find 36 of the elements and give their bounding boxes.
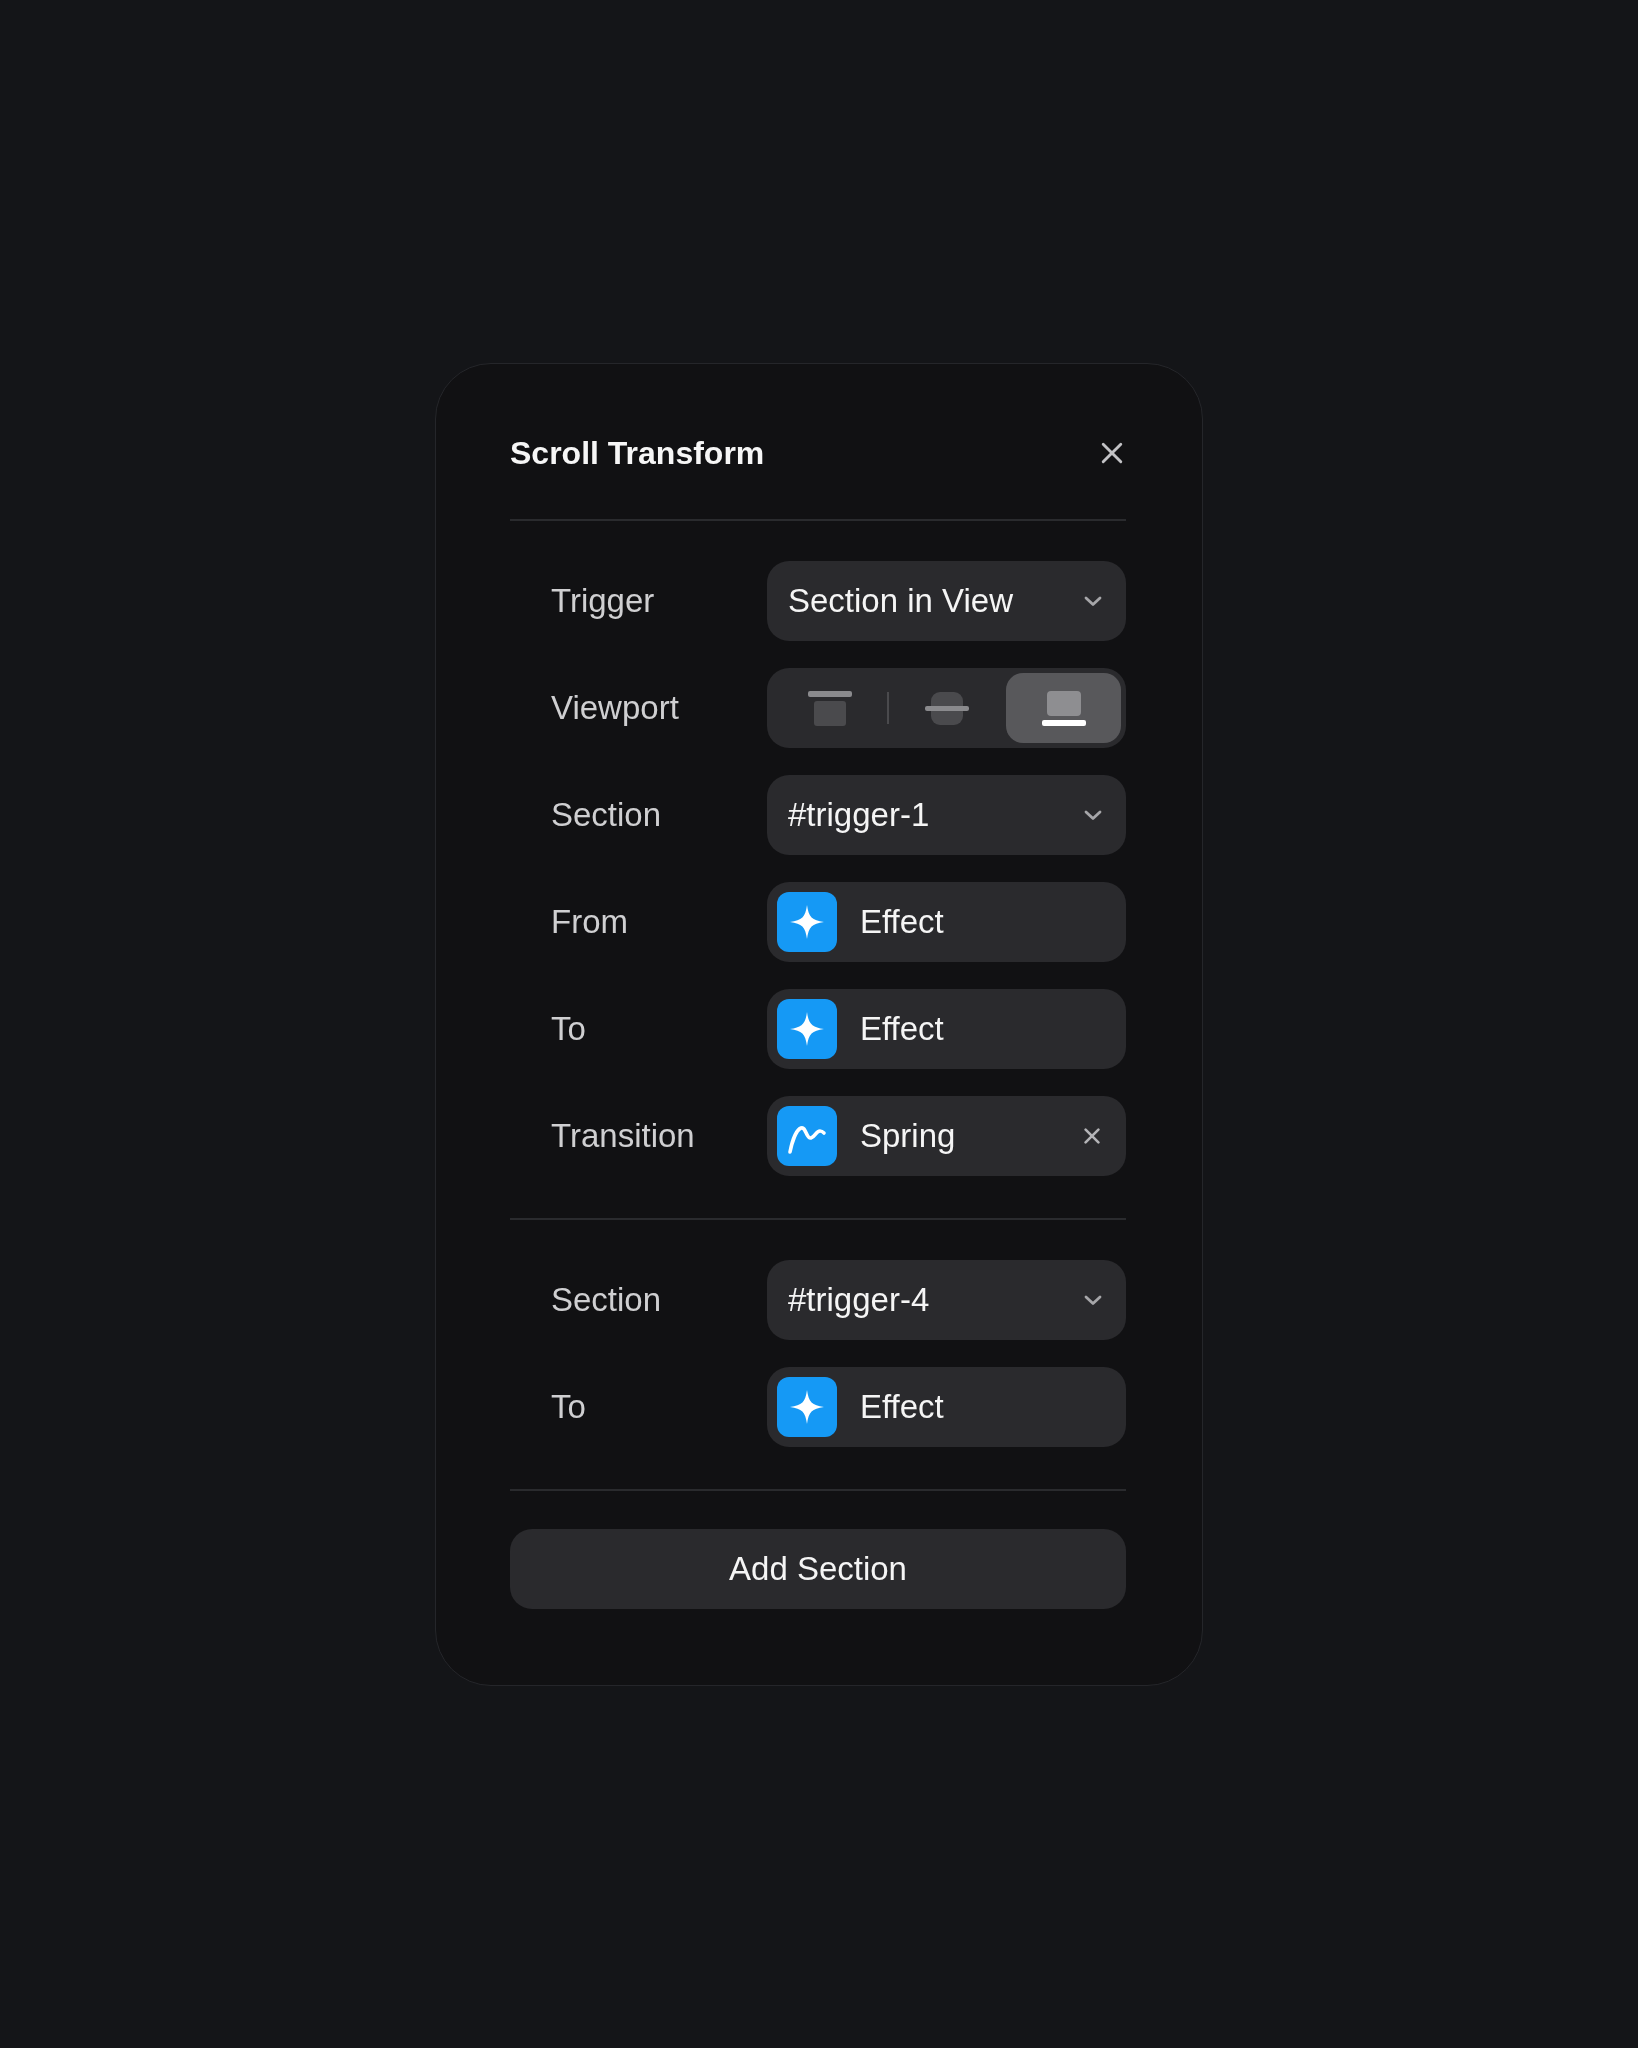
- dropdown[interactable]: #trigger-4: [767, 1260, 1126, 1340]
- field-label: Transition: [551, 1116, 696, 1156]
- field-label: Viewport: [551, 688, 680, 728]
- field-value: Spring: [860, 1116, 957, 1156]
- field-label: To: [551, 1009, 587, 1049]
- effect-field[interactable]: Effect: [767, 882, 1126, 962]
- add-section-button[interactable]: Add Section: [510, 1529, 1126, 1609]
- clear-button[interactable]: [1084, 1128, 1100, 1144]
- field-label: From: [551, 902, 629, 942]
- sparkle-icon: [777, 999, 837, 1059]
- align-middle-icon: [924, 690, 969, 726]
- field-value: Effect: [860, 1387, 945, 1427]
- dropdown[interactable]: #trigger-1: [767, 775, 1126, 855]
- field-value: Effect: [860, 1009, 945, 1049]
- chevron-down-icon: [1084, 809, 1102, 821]
- effect-field[interactable]: Effect: [767, 989, 1126, 1069]
- chevron-down-icon: [1084, 595, 1102, 607]
- field-label: Section: [551, 795, 663, 835]
- close-button[interactable]: [1101, 442, 1123, 464]
- field-label: To: [551, 1387, 587, 1427]
- align-top-icon: [807, 690, 852, 726]
- field-label: Trigger: [551, 581, 656, 621]
- panel-title: Scroll Transform: [510, 435, 765, 471]
- chevron-down-icon: [1084, 1294, 1102, 1306]
- effect-field[interactable]: Effect: [767, 1367, 1126, 1447]
- close-icon: [1101, 442, 1123, 464]
- align-bottom-icon: [1041, 690, 1086, 726]
- field-value: Effect: [860, 902, 945, 942]
- sparkle-icon: [777, 892, 837, 952]
- dropdown[interactable]: Section in View: [767, 561, 1126, 641]
- field-label: Section: [551, 1280, 663, 1320]
- close-icon: [1084, 1128, 1100, 1144]
- segment-button[interactable]: [1006, 673, 1121, 743]
- transition-field[interactable]: Spring: [767, 1096, 1126, 1176]
- sparkle-icon: [777, 1377, 837, 1437]
- curve-icon: [777, 1106, 837, 1166]
